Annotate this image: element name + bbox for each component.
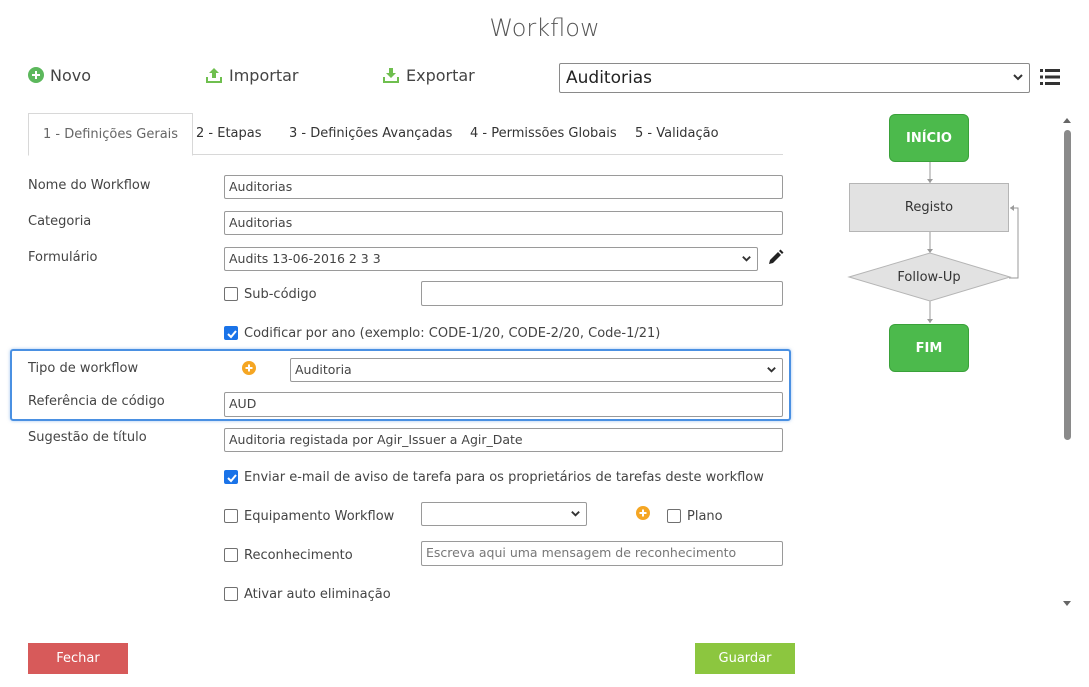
auto-eliminacao-checkbox[interactable] bbox=[224, 587, 238, 601]
formulario-select[interactable]: Audits 13-06-2016 2 3 3 bbox=[224, 247, 758, 271]
checkmark-icon bbox=[227, 474, 237, 483]
equipamento-label: Equipamento Workflow bbox=[244, 509, 395, 524]
plus-circle-icon bbox=[28, 67, 44, 83]
reconhecimento-input[interactable]: Escreva aqui uma mensagem de reconhecime… bbox=[421, 541, 783, 566]
subcodigo-label: Sub-código bbox=[244, 287, 317, 302]
download-icon bbox=[383, 67, 399, 83]
subcodigo-checkbox[interactable] bbox=[224, 287, 238, 301]
tabs-bar: 1 - Definições Gerais 2 - Etapas 3 - Def… bbox=[28, 113, 783, 156]
flow-node-registo[interactable]: Registo bbox=[849, 183, 1009, 232]
scroll-up-icon[interactable] bbox=[1062, 116, 1072, 124]
plano-label: Plano bbox=[687, 509, 723, 524]
enviar-email-label: Enviar e-mail de aviso de tarefa para os… bbox=[244, 470, 764, 485]
scrollbar-thumb[interactable] bbox=[1064, 130, 1071, 440]
flow-node-followup[interactable]: Follow-Up bbox=[849, 253, 1009, 301]
exportar-button[interactable]: Exportar bbox=[382, 63, 475, 87]
tab-etapas[interactable]: 2 - Etapas bbox=[196, 113, 262, 155]
fechar-button[interactable]: Fechar bbox=[28, 643, 128, 674]
tab-validacao[interactable]: 5 - Validação bbox=[635, 113, 719, 155]
codificar-label: Codificar por ano (exemplo: CODE-1/20, C… bbox=[244, 326, 661, 341]
categoria-input[interactable]: Auditorias bbox=[224, 211, 783, 235]
tab-definicoes-gerais[interactable]: 1 - Definições Gerais bbox=[28, 113, 194, 156]
tab-definicoes-avancadas[interactable]: 3 - Definições Avançadas bbox=[289, 113, 452, 155]
categoria-label: Categoria bbox=[28, 214, 92, 229]
upload-icon bbox=[206, 67, 222, 83]
workflow-select-value: Auditorias bbox=[566, 68, 652, 88]
importar-button[interactable]: Importar bbox=[205, 63, 298, 87]
guardar-button[interactable]: Guardar bbox=[695, 643, 795, 674]
sugestao-titulo-input[interactable]: Auditoria registada por Agir_Issuer a Ag… bbox=[224, 428, 783, 452]
formulario-label: Formulário bbox=[28, 250, 98, 265]
chevron-down-icon bbox=[1013, 74, 1023, 81]
novo-button[interactable]: Novo bbox=[28, 63, 91, 87]
subcodigo-input[interactable] bbox=[421, 281, 783, 306]
chevron-down-icon bbox=[767, 367, 776, 373]
workflow-select[interactable]: Auditorias bbox=[559, 63, 1030, 93]
enviar-email-checkbox[interactable] bbox=[224, 470, 238, 484]
chevron-down-icon bbox=[571, 511, 580, 517]
chevron-down-icon bbox=[742, 256, 751, 262]
flow-node-fim[interactable]: FIM bbox=[889, 324, 969, 372]
checkmark-icon bbox=[227, 330, 237, 339]
tipo-workflow-select[interactable]: Auditoria bbox=[290, 358, 783, 382]
sugestao-titulo-label: Sugestão de título bbox=[28, 430, 147, 445]
novo-label: Novo bbox=[50, 65, 92, 85]
equipamento-select[interactable] bbox=[421, 502, 587, 526]
exportar-label: Exportar bbox=[406, 65, 475, 85]
add-equipamento-icon[interactable] bbox=[636, 506, 650, 520]
page-title: Workflow bbox=[489, 14, 600, 42]
nome-workflow-input[interactable]: Auditorias bbox=[224, 175, 783, 199]
auto-eliminacao-label: Ativar auto eliminação bbox=[244, 587, 391, 602]
add-tipo-icon[interactable] bbox=[242, 361, 256, 375]
tab-permissoes-globais[interactable]: 4 - Permissões Globais bbox=[470, 113, 617, 155]
referencia-codigo-label: Referência de código bbox=[28, 394, 165, 409]
tipo-workflow-label: Tipo de workflow bbox=[28, 361, 139, 376]
flow-node-inicio[interactable]: INÍCIO bbox=[889, 114, 969, 162]
formulario-select-value: Audits 13-06-2016 2 3 3 bbox=[229, 251, 381, 266]
pencil-icon[interactable] bbox=[767, 249, 784, 266]
list-icon[interactable] bbox=[1039, 66, 1061, 88]
reconhecimento-label: Reconhecimento bbox=[244, 548, 353, 563]
tipo-workflow-value: Auditoria bbox=[295, 362, 352, 377]
equipamento-checkbox[interactable] bbox=[224, 509, 238, 523]
plano-checkbox[interactable] bbox=[667, 509, 681, 523]
codificar-checkbox[interactable] bbox=[224, 326, 238, 340]
nome-workflow-label: Nome do Workflow bbox=[28, 178, 151, 193]
scroll-down-icon[interactable] bbox=[1062, 600, 1072, 608]
referencia-codigo-input[interactable]: AUD bbox=[224, 392, 783, 417]
importar-label: Importar bbox=[229, 65, 299, 85]
reconhecimento-checkbox[interactable] bbox=[224, 548, 238, 562]
